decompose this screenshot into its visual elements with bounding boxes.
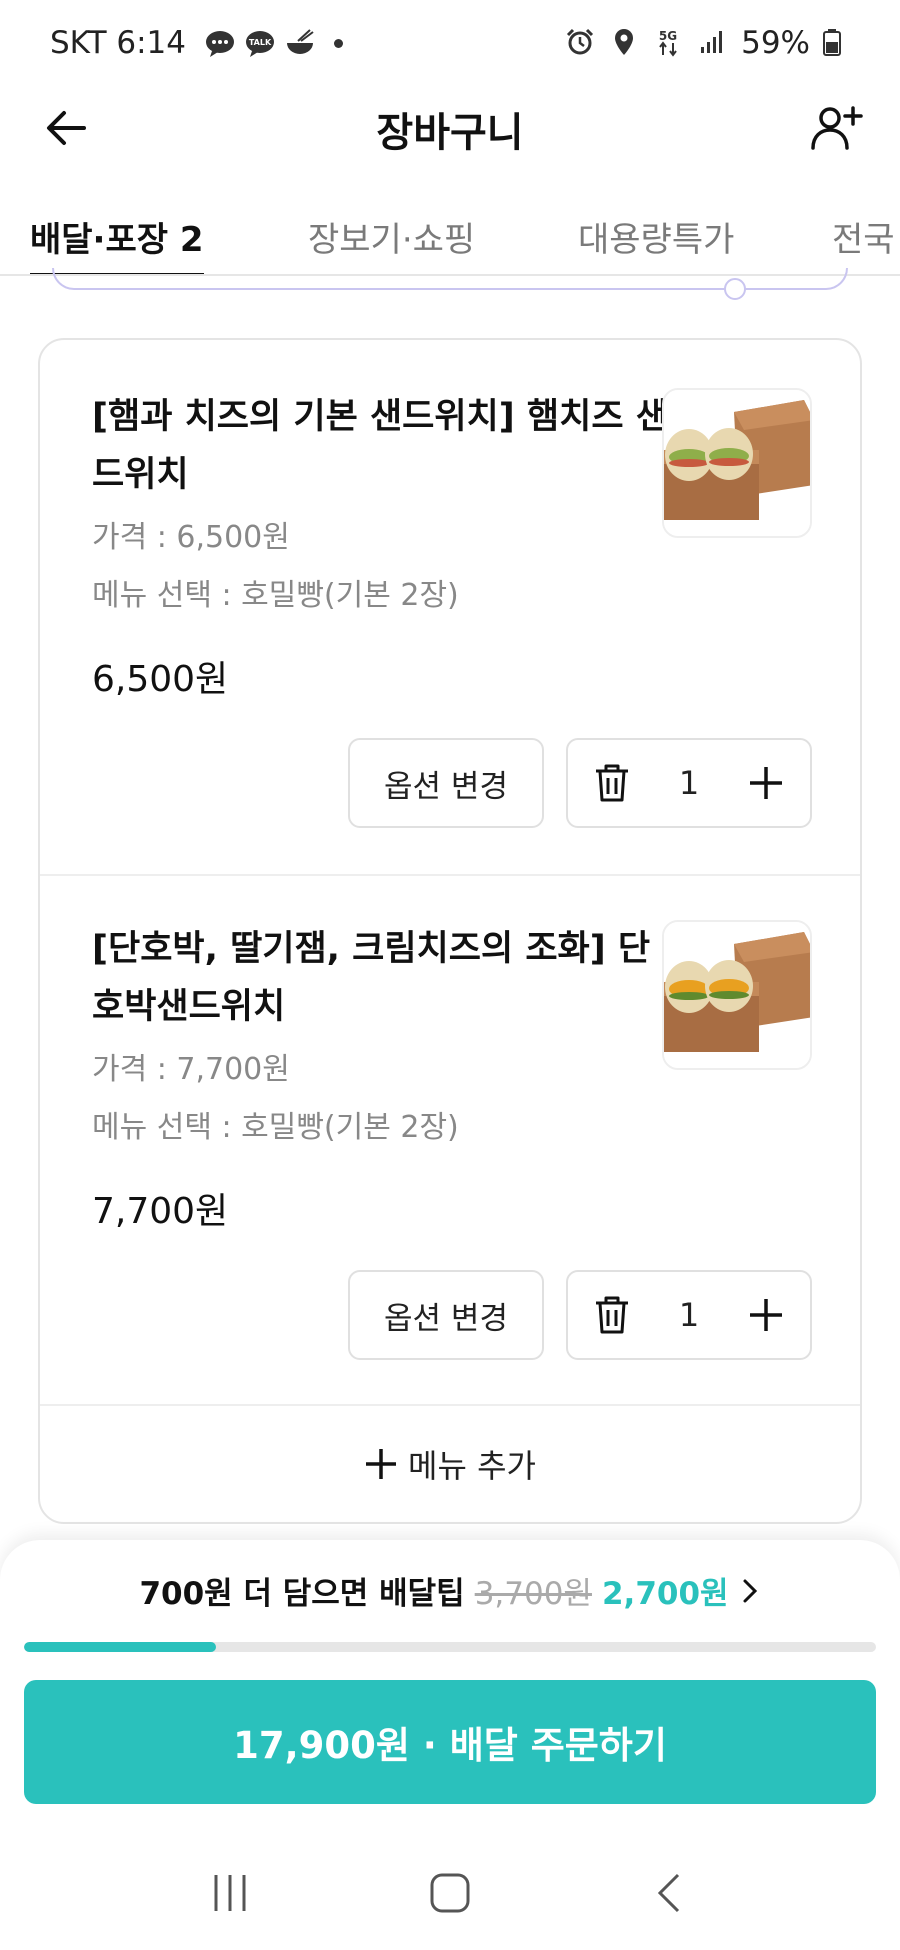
sandwich-box-image <box>664 922 810 1068</box>
change-option-button[interactable]: 옵션 변경 <box>348 1270 544 1360</box>
tip-new-price: 2,700원 <box>601 1576 729 1612</box>
notification-dot <box>334 38 344 48</box>
quantity-stepper: 1 <box>566 738 812 828</box>
tip-progress-bar <box>24 1642 876 1652</box>
alarm-icon <box>565 27 597 59</box>
system-nav-bar <box>0 1836 900 1950</box>
food-bowl-icon <box>284 27 316 59</box>
order-button[interactable]: 17,900원 · 배달 주문하기 <box>24 1680 876 1804</box>
add-person-icon <box>811 106 863 150</box>
chevron-right-icon <box>743 1579 757 1602</box>
status-left: SKT 6:14 TALK <box>50 25 344 61</box>
carrier-time: SKT 6:14 <box>50 25 187 61</box>
tip-progress-fill <box>24 1642 216 1652</box>
add-menu-button[interactable]: 메뉴 추가 <box>40 1406 860 1522</box>
recent-apps-button[interactable] <box>190 1853 270 1933</box>
add-person-button[interactable] <box>804 96 868 160</box>
svg-text:5G: 5G <box>659 29 677 43</box>
tip-old-price: 3,700원 <box>474 1576 592 1612</box>
quantity-value: 1 <box>678 1296 700 1334</box>
plus-icon[interactable] <box>744 761 788 805</box>
status-bar: SKT 6:14 TALK 5G 59% <box>0 0 900 86</box>
item-image[interactable] <box>662 388 812 538</box>
plus-icon <box>366 1449 397 1479</box>
quantity-stepper: 1 <box>566 1270 812 1360</box>
home-icon <box>430 1873 470 1913</box>
battery-icon <box>822 27 854 59</box>
message-icon <box>204 27 236 59</box>
item-total: 6,500원 <box>92 659 229 700</box>
tab-nationwide[interactable]: 전국 <box>832 196 895 274</box>
plus-icon[interactable] <box>744 1293 788 1337</box>
change-option-button[interactable]: 옵션 변경 <box>348 738 544 828</box>
item-name[interactable]: [햄과 치즈의 기본 샌드위치] 햄치즈 샌드위치 <box>92 388 672 504</box>
back-nav-button[interactable] <box>630 1853 710 1933</box>
coupon-notch <box>724 278 746 300</box>
location-icon <box>609 27 641 59</box>
tab-grocery[interactable]: 장보기·쇼핑 <box>308 196 475 274</box>
item-option: 메뉴 선택 : 호밀빵(기본 2장) <box>92 1110 459 1145</box>
recent-apps-icon <box>214 1875 246 1911</box>
status-right: 5G 59% <box>565 25 854 61</box>
trash-icon[interactable] <box>590 1293 634 1337</box>
chevron-left-icon <box>657 1873 680 1913</box>
signal-icon <box>697 27 729 59</box>
sandwich-box-image <box>664 390 810 536</box>
quantity-value: 1 <box>678 764 700 802</box>
tab-delivery[interactable]: 배달·포장 2 <box>30 196 204 274</box>
app-header: 장바구니 <box>0 86 900 206</box>
item-price: 가격 : 7,700원 <box>92 1052 290 1087</box>
battery-percent: 59% <box>741 25 810 61</box>
item-total: 7,700원 <box>92 1191 229 1232</box>
page-title: 장바구니 <box>376 110 524 156</box>
svg-text:TALK: TALK <box>249 38 272 47</box>
kakaotalk-icon: TALK <box>244 27 276 59</box>
item-name[interactable]: [단호박, 딸기잼, 크림치즈의 조화] 단호박샌드위치 <box>92 920 672 1036</box>
add-menu-label: 메뉴 추가 <box>408 1447 536 1485</box>
trash-icon[interactable] <box>590 761 634 805</box>
item-option: 메뉴 선택 : 호밀빵(기본 2장) <box>92 578 459 613</box>
item-image[interactable] <box>662 920 812 1070</box>
tab-bulk-deal[interactable]: 대용량특가 <box>578 196 734 274</box>
cart-card: [햄과 치즈의 기본 샌드위치] 햄치즈 샌드위치 가격 : 6,500원 메뉴… <box>38 338 862 1524</box>
cart-item: [햄과 치즈의 기본 샌드위치] 햄치즈 샌드위치 가격 : 6,500원 메뉴… <box>40 340 860 870</box>
home-button[interactable] <box>410 1853 490 1933</box>
item-price: 가격 : 6,500원 <box>92 520 290 555</box>
tip-message: 700원 더 담으면 배달팁 <box>139 1576 465 1612</box>
delivery-tip-banner[interactable]: 700원 더 담으면 배달팁 3,700원 2,700원 <box>0 1568 900 1613</box>
5g-icon: 5G <box>653 27 685 59</box>
category-tabs: 배달·포장 2 장보기·쇼핑 대용량특가 전국 <box>0 196 900 276</box>
cart-item: [단호박, 딸기잼, 크림치즈의 조화] 단호박샌드위치 가격 : 7,700원… <box>40 872 860 1402</box>
